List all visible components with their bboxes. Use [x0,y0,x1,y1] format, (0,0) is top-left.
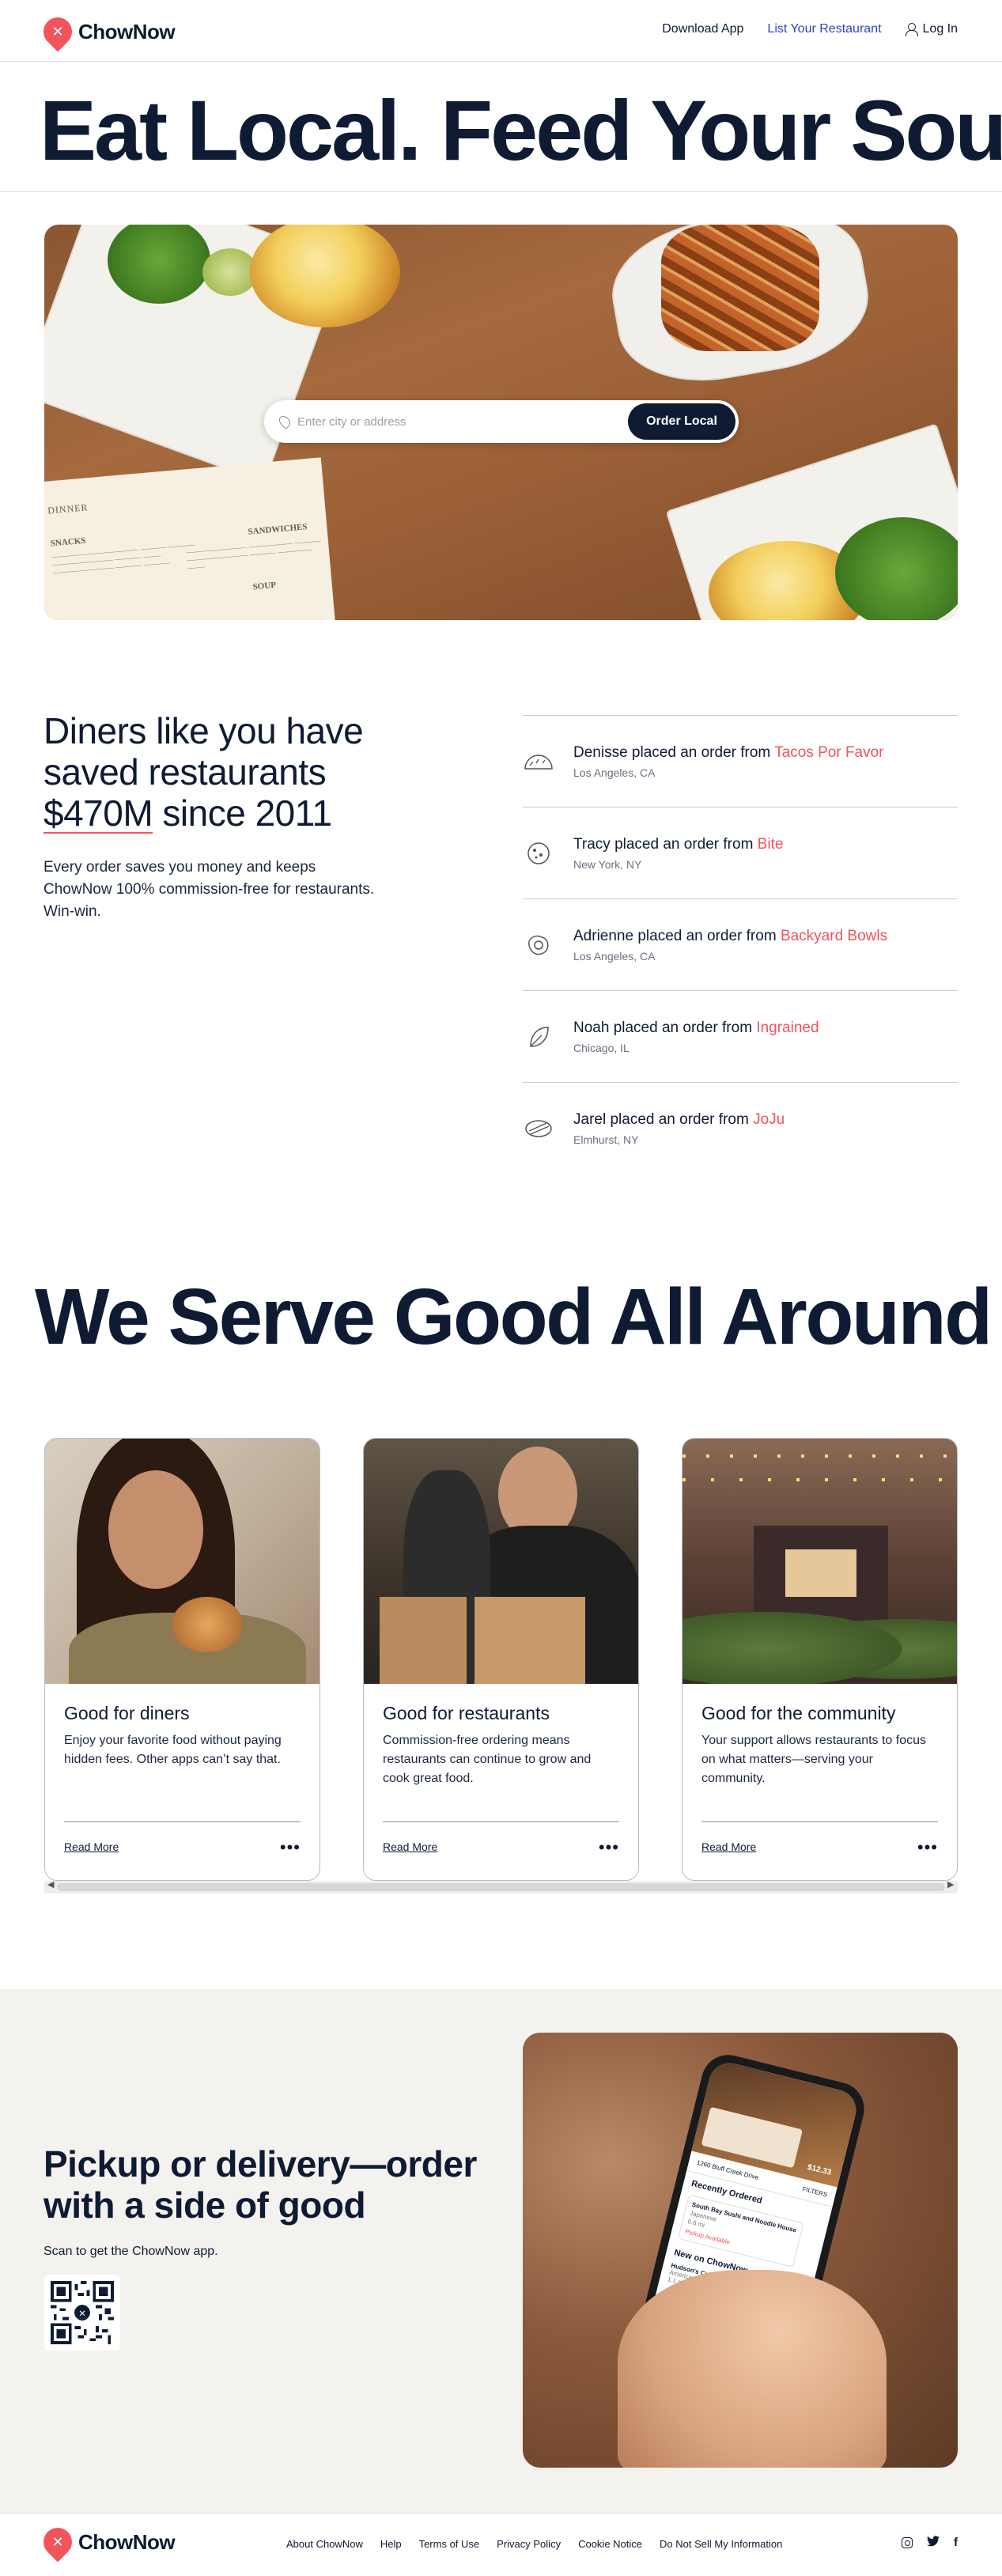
card-title: Good for diners [64,1703,190,1723]
taco-icon [523,746,554,777]
savings-since: since 2011 [153,792,332,834]
social-links: f [902,2536,958,2549]
egg-icon [523,929,554,961]
sandwich-icon [523,1113,554,1144]
address-search-bar: Order Local [264,400,739,443]
order-item: Tracy placed an order from Bite New York… [523,807,958,898]
cookie-icon [523,838,554,869]
order-item: Denisse placed an order from Tacos Por F… [523,715,958,807]
download-app-link[interactable]: Download App [662,22,743,36]
twitter-icon[interactable] [927,2536,940,2549]
login-link[interactable]: Log In [905,22,958,36]
footer-link-do-not-sell[interactable]: Do Not Sell My Information [660,2538,782,2550]
login-label: Log In [922,22,958,36]
hero-divider [0,191,1002,192]
serve-title: We Serve Good All Around [35,1273,993,1361]
savings-heading: Diners like you have saved restaurants $… [43,710,439,834]
order-location: New York, NY [573,857,642,871]
restaurant-staff-image [364,1439,638,1684]
savings-description: Every order saves you money and keeps Ch… [43,859,375,920]
top-nav: Download App List Your Restaurant Log In [662,22,958,36]
location-pin-icon [277,414,293,429]
app-qr-code[interactable]: ✕ [44,2275,120,2351]
more-dots-icon[interactable]: ••• [917,1837,938,1858]
read-more-link[interactable]: Read More [64,1840,119,1853]
footer-link-about[interactable]: About ChowNow [286,2538,363,2550]
card-divider [64,1821,301,1822]
chownow-logo[interactable]: ✕ ChowNow [37,11,176,52]
card-title: Good for restaurants [383,1703,550,1723]
scroll-left-icon[interactable]: ◀ [47,1879,54,1889]
footer-logo[interactable]: ✕ ChowNow [37,2521,176,2563]
menu-card: DINNER SNACKS —————————— ——— ——— ——————— … [44,457,336,620]
order-restaurant-link[interactable]: Backyard Bowls [781,928,887,944]
instagram-icon[interactable] [902,2536,913,2548]
user-icon [905,23,918,36]
order-location: Chicago, IL [573,1041,630,1054]
chownow-logo-icon: ✕ [37,11,78,52]
phone-app-photo: $12.33 1260 Bluff Creek Drive FILTERS Rec… [523,2033,958,2468]
card-description: Commission-free ordering means restauran… [383,1734,592,1785]
app-promo-title: Pickup or delivery—order with a side of … [43,2143,477,2226]
scrollbar-thumb[interactable] [57,1883,945,1891]
order-item: Adrienne placed an order from Backyard B… [523,898,958,990]
order-location: Los Angeles, CA [573,949,656,963]
order-restaurant-link[interactable]: Bite [758,836,784,853]
order-diner-name: Jarel [573,1110,607,1128]
order-diner-name: Adrienne [573,927,634,944]
diner-eating-image [45,1439,320,1684]
footer-link-privacy[interactable]: Privacy Policy [497,2538,561,2550]
card-title: Good for the community [701,1703,896,1723]
order-restaurant-link[interactable]: Tacos Por Favor [774,744,883,761]
leaf-icon [523,1021,554,1053]
restaurant-storefront-image [682,1439,957,1684]
list-restaurant-link[interactable]: List Your Restaurant [767,22,881,36]
logo-text: ChowNow [78,2529,176,2554]
facebook-icon[interactable]: f [954,2536,958,2549]
address-input[interactable] [297,414,614,429]
more-dots-icon[interactable]: ••• [599,1837,619,1858]
hand-image [618,2270,887,2468]
order-item: Jarel placed an order from JoJu Elmhurst… [523,1082,958,1174]
savings-line-1: Diners like you have [43,710,364,751]
order-local-button[interactable]: Order Local [628,403,735,440]
recent-orders-list: Denisse placed an order from Tacos Por F… [523,715,958,1174]
savings-amount: $470M [43,792,153,834]
svg-text:✕: ✕ [78,2308,86,2319]
footer-link-terms[interactable]: Terms of Use [419,2538,480,2550]
scroll-right-icon[interactable]: ▶ [947,1879,954,1889]
order-location: Elmhurst, NY [573,1133,639,1146]
read-more-link[interactable]: Read More [383,1840,437,1853]
footer-link-help[interactable]: Help [380,2538,402,2550]
savings-line-2: saved restaurants [43,751,327,792]
card-restaurants: Good for restaurants Commission-free ord… [363,1438,639,1881]
logo-text: ChowNow [78,19,176,44]
order-restaurant-link[interactable]: JoJu [753,1111,785,1128]
card-description: Enjoy your favorite food without paying … [64,1734,282,1766]
order-item: Noah placed an order from Ingrained Chic… [523,990,958,1082]
hero-title: Eat Local. Feed Your Soul. [40,82,1002,178]
read-more-link[interactable]: Read More [701,1840,756,1853]
app-scan-text: Scan to get the ChowNow app. [43,2245,218,2258]
chownow-logo-icon: ✕ [37,2521,78,2563]
footer-links: About ChowNow Help Terms of Use Privacy … [286,2538,782,2550]
order-diner-name: Tracy [573,835,611,853]
order-diner-name: Noah [573,1019,610,1036]
card-description: Your support allows restaurants to focus… [701,1734,927,1785]
card-diners: Good for diners Enjoy your favorite food… [44,1438,320,1881]
footer-link-cookie[interactable]: Cookie Notice [578,2538,642,2550]
card-community: Good for the community Your support allo… [682,1438,958,1881]
order-restaurant-link[interactable]: Ingrained [756,1019,819,1036]
more-dots-icon[interactable]: ••• [280,1837,301,1858]
card-divider [383,1821,619,1822]
order-location: Los Angeles, CA [573,766,656,779]
card-divider [701,1821,938,1822]
order-diner-name: Denisse [573,743,628,761]
